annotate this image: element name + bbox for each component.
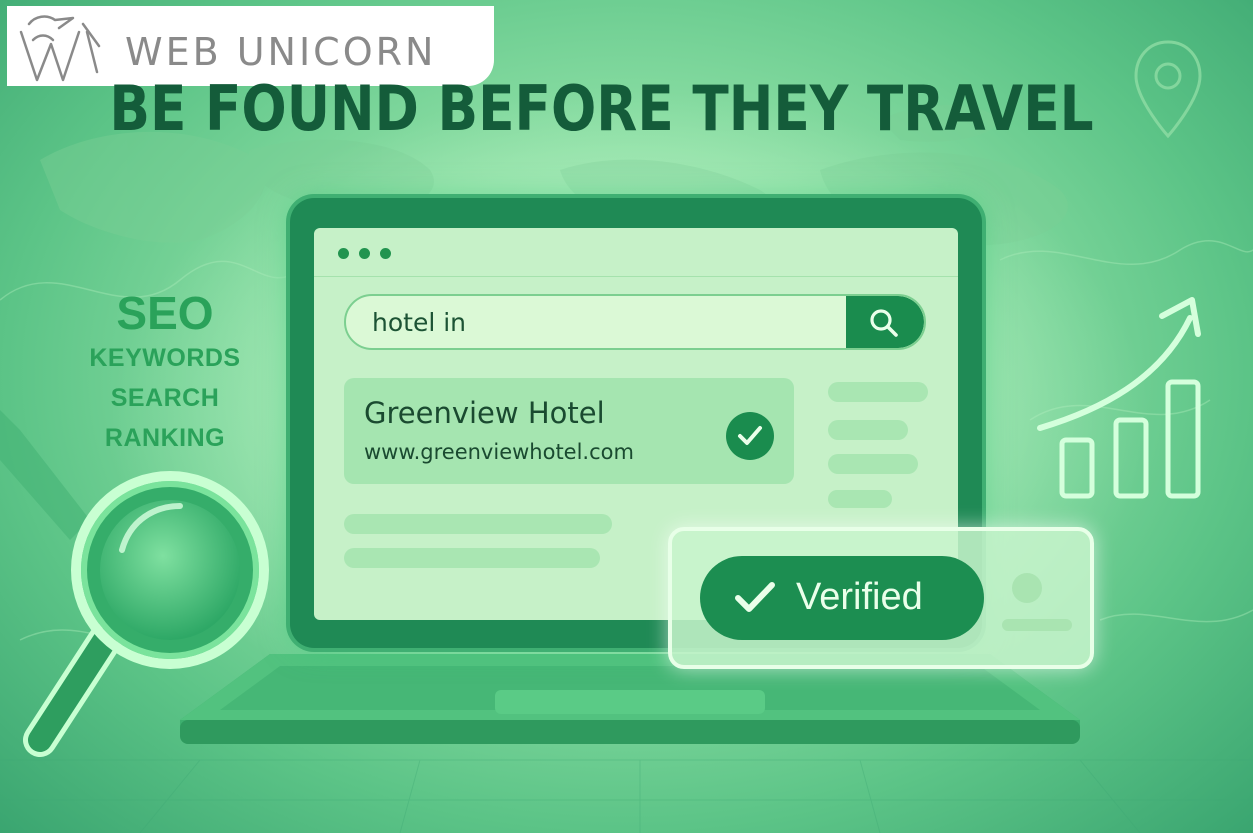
promo-banner: WEB UNICORN BE FOUND BEFORE THEY TRAVEL … <box>0 0 1253 833</box>
verified-panel: Verified <box>668 527 1094 669</box>
placeholder-line <box>1002 619 1072 631</box>
search-query: hotel in <box>372 308 467 337</box>
checkmark-icon <box>735 582 775 612</box>
browser-toolbar-divider <box>314 276 958 277</box>
search-button[interactable] <box>846 296 924 348</box>
checkmark-icon <box>738 426 762 445</box>
placeholder-dot <box>1012 573 1042 603</box>
logo-wordmark: WEB UNICORN <box>125 30 437 74</box>
keyword-item: KEYWORDS <box>89 344 241 372</box>
window-dot[interactable] <box>338 248 349 259</box>
window-dot[interactable] <box>359 248 370 259</box>
placeholder-line <box>828 454 918 474</box>
placeholder-line <box>344 548 600 568</box>
search-icon <box>870 309 898 337</box>
growth-chart-icon <box>1037 297 1201 499</box>
verified-label: Verified <box>796 576 923 618</box>
placeholder-line <box>828 382 928 402</box>
result-url[interactable]: www.greenviewhotel.com <box>364 440 634 464</box>
location-pin-icon <box>1134 40 1202 139</box>
page-headline: BE FOUND BEFORE THEY TRAVEL <box>109 72 1094 145</box>
placeholder-line <box>828 420 908 440</box>
result-title[interactable]: Greenview Hotel <box>364 396 605 430</box>
verified-check-badge <box>726 412 774 460</box>
window-dot[interactable] <box>380 248 391 259</box>
magnifying-glass-icon <box>0 410 269 757</box>
search-input[interactable]: hotel in <box>344 294 926 350</box>
search-result-card[interactable]: Greenview Hotel www.greenviewhotel.com <box>344 378 794 484</box>
placeholder-line <box>344 514 612 534</box>
seo-label: SEO <box>116 287 214 339</box>
window-controls <box>338 248 391 259</box>
verified-badge[interactable]: Verified <box>700 556 984 640</box>
placeholder-line <box>828 490 892 508</box>
